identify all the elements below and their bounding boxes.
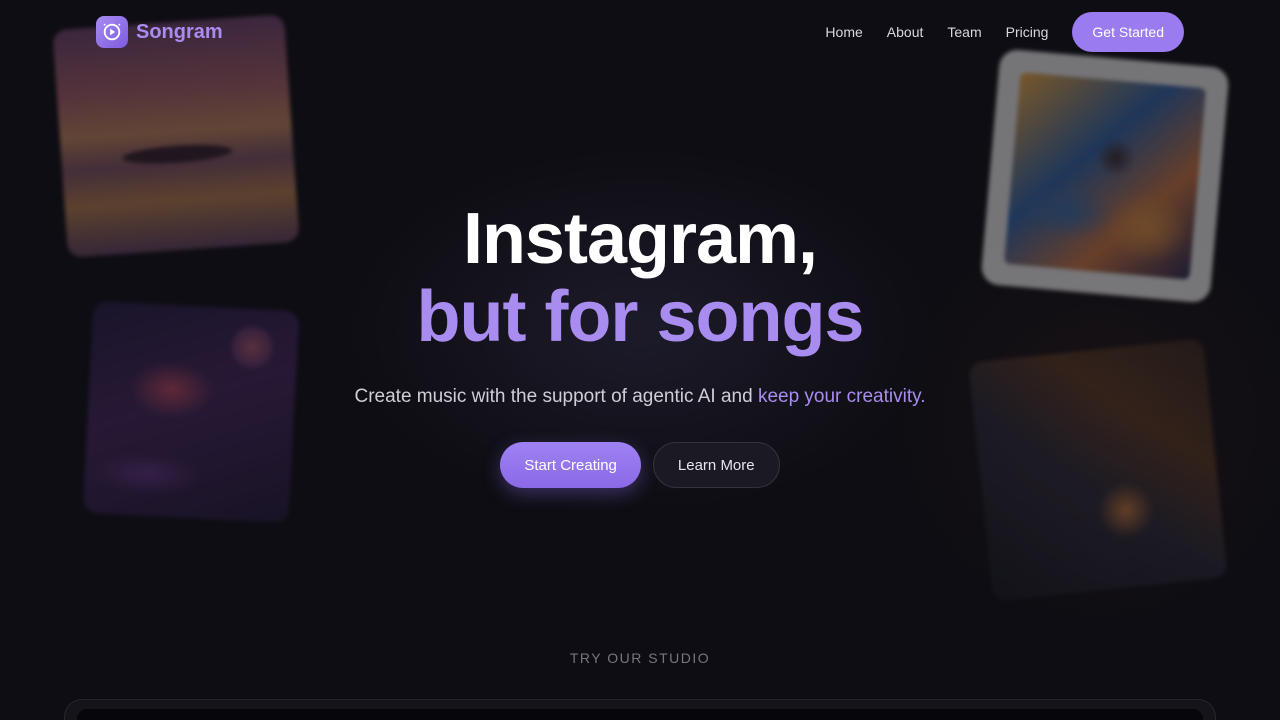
nav-item-home[interactable]: Home [825,24,862,40]
brand[interactable]: Songram [96,16,223,48]
top-nav: Songram Home About Team Pricing Get Star… [96,12,1184,52]
get-started-button[interactable]: Get Started [1072,12,1184,52]
hero-subtitle: Create music with the support of agentic… [0,386,1280,408]
subtitle-text: Create music with the support of agentic… [354,386,758,407]
cta-row: Start Creating Learn More [0,442,1280,488]
nav-item-about[interactable]: About [887,24,924,40]
brand-name: Songram [136,20,223,43]
hero: Instagram, but for songs Create music wi… [0,200,1280,488]
nav-item-pricing[interactable]: Pricing [1006,24,1049,40]
hero-title-accent: but for songs [416,277,865,357]
nav-item-team[interactable]: Team [947,24,981,40]
hero-title: Instagram, [462,199,818,279]
studio-panel [64,699,1216,720]
learn-more-button[interactable]: Learn More [652,442,780,488]
start-creating-button[interactable]: Start Creating [500,442,641,488]
subtitle-accent: keep your creativity. [757,386,926,407]
nav-links: Home About Team Pricing Get Started [825,12,1184,52]
play-icon [96,16,128,48]
studio-section-label: TRY OUR STUDIO [569,650,711,666]
